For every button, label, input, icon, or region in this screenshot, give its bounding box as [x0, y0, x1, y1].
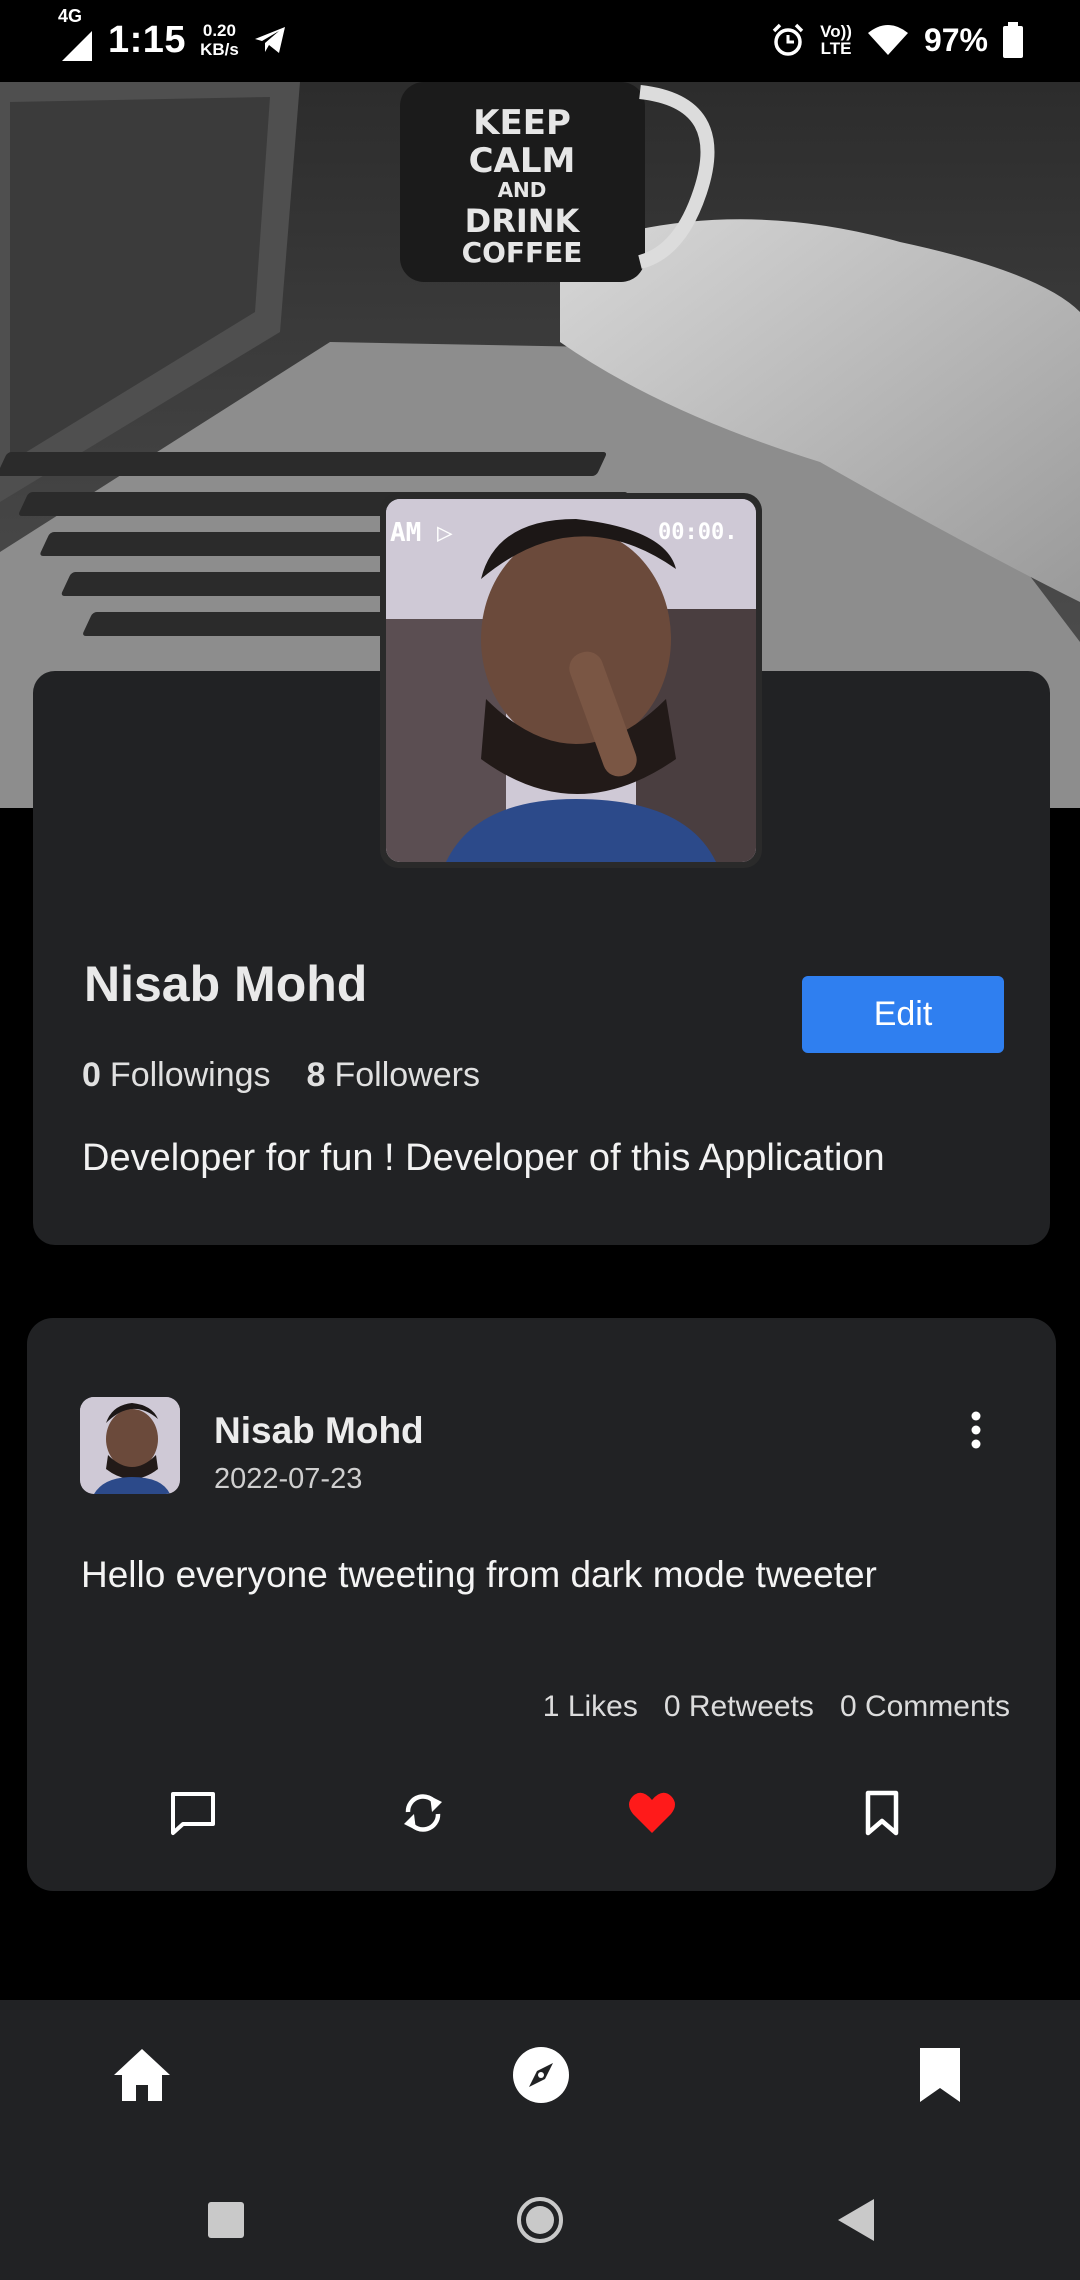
bookmark-outline-icon	[865, 1790, 899, 1836]
profile-bio: Developer for fun ! Developer of this Ap…	[82, 1137, 885, 1179]
back-button[interactable]	[831, 2195, 881, 2245]
mug-text-4: DRINK	[465, 202, 581, 240]
comment-button[interactable]	[165, 1785, 221, 1841]
volte-label: Vo))	[820, 22, 852, 41]
profile-photo: AM ▷ 00:00.	[386, 499, 756, 862]
alarm-icon	[772, 23, 804, 56]
speed-unit: KB/s	[200, 40, 239, 59]
mug-text-2: CALM	[469, 141, 576, 181]
nav-bookmarks[interactable]	[908, 2043, 972, 2107]
back-triangle-icon	[838, 2199, 874, 2241]
battery-percent: 97%	[923, 21, 988, 58]
speed-value: 0.20	[202, 21, 236, 40]
like-button[interactable]	[624, 1785, 680, 1841]
followers-stat[interactable]: 8 Followers	[307, 1056, 480, 1095]
followers-label: Followers	[334, 1056, 480, 1094]
followings-count: 0	[82, 1056, 101, 1094]
telegram-icon	[254, 27, 285, 53]
heart-icon	[629, 1792, 675, 1833]
retweet-icon	[404, 1794, 442, 1832]
signal-icon	[62, 31, 92, 61]
tweet-author-name[interactable]: Nisab Mohd	[214, 1410, 424, 1452]
home-system-button[interactable]	[515, 2195, 565, 2245]
explore-icon	[513, 2047, 569, 2103]
more-options-icon[interactable]	[964, 1410, 988, 1450]
status-bar: 4G 1:15 0.20 KB/s Vo)) LTE 97%	[0, 0, 1080, 80]
likes-count[interactable]: 1 Likes	[543, 1690, 638, 1724]
profile-name: Nisab Mohd	[84, 956, 368, 1012]
retweets-count[interactable]: 0 Retweets	[664, 1690, 814, 1724]
tweet-avatar-photo	[80, 1397, 180, 1494]
bookmark-icon	[920, 2048, 960, 2102]
network-speed: 0.20 KB/s	[200, 21, 239, 59]
follow-counts: 0 Followings 8 Followers	[82, 1056, 480, 1095]
comment-icon	[171, 1792, 215, 1835]
home-circle-icon	[517, 2197, 563, 2243]
volte-indicator: Vo)) LTE	[820, 23, 852, 57]
followings-stat[interactable]: 0 Followings	[82, 1056, 271, 1095]
comments-count[interactable]: 0 Comments	[840, 1690, 1010, 1724]
mug-text-3: AND	[498, 178, 547, 202]
recents-icon	[208, 2202, 244, 2238]
nav-home[interactable]	[110, 2043, 174, 2107]
followings-label: Followings	[109, 1056, 271, 1094]
retweet-button[interactable]	[395, 1785, 451, 1841]
mug-text-5: COFFEE	[462, 236, 583, 269]
tweet-author-avatar[interactable]	[80, 1397, 180, 1494]
followers-count: 8	[306, 1056, 326, 1094]
edit-profile-button[interactable]: Edit	[802, 976, 1004, 1053]
lte-label: LTE	[820, 39, 852, 58]
tweet-text: Hello everyone tweeting from dark mode t…	[81, 1554, 877, 1595]
mug-text-1: KEEP	[473, 103, 571, 143]
tweet-stats: 1 Likes 0 Retweets 0 Comments	[543, 1690, 1010, 1724]
wifi-icon	[867, 25, 908, 55]
profile-avatar[interactable]: AM ▷ 00:00.	[380, 493, 762, 868]
battery-icon	[1003, 22, 1023, 58]
photo-overlay-right: 00:00.	[658, 520, 737, 545]
tweet-date: 2022-07-23	[214, 1463, 363, 1495]
profile-photo-art: AM ▷ 00:00.	[386, 499, 756, 862]
nav-explore[interactable]	[509, 2043, 573, 2107]
home-icon	[114, 2049, 170, 2101]
clock: 1:15	[108, 18, 187, 61]
recents-button[interactable]	[201, 2195, 251, 2245]
photo-overlay-left: AM ▷	[390, 518, 453, 548]
bookmark-button[interactable]	[854, 1785, 910, 1841]
